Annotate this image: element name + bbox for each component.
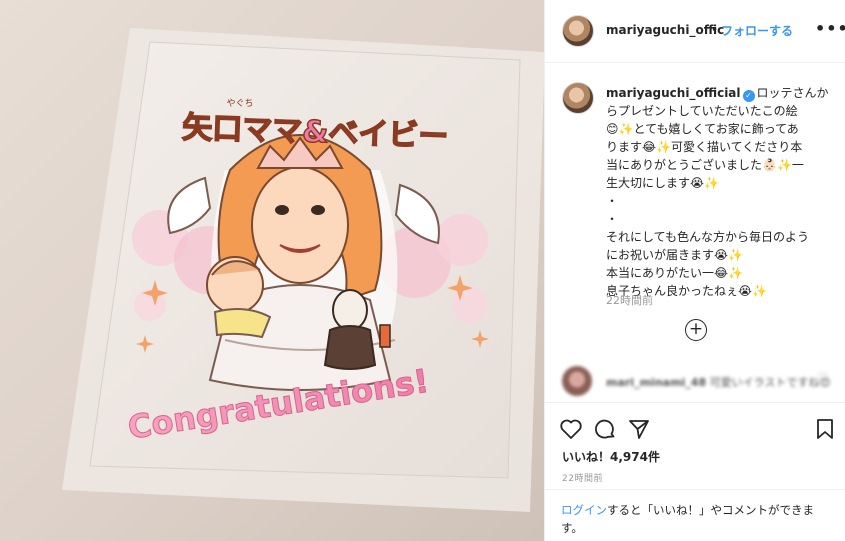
more-options-icon[interactable]: ••• xyxy=(815,19,845,38)
caption-username[interactable]: mariyaguchi_official xyxy=(606,86,741,100)
heart-small-icon[interactable]: ♡ xyxy=(817,371,829,386)
plus-circle-icon[interactable]: + xyxy=(685,319,707,341)
share-icon[interactable] xyxy=(627,417,651,441)
comment-text: mari_minami_48 可愛いイラストですね😍 xyxy=(606,374,831,390)
caption-line: らプレゼントしていただいたこの絵 xyxy=(606,104,798,118)
caption-line: 当にありがとうございました👶🏻✨一 xyxy=(606,158,804,172)
likes-count[interactable]: いいね！4,974件 xyxy=(562,448,660,465)
post-sidebar: mariyaguchi_offic • フォローする ••• mariyaguc… xyxy=(544,0,845,541)
post-header: mariyaguchi_offic • フォローする ••• xyxy=(545,0,845,63)
follow-button[interactable]: フォローする xyxy=(721,22,793,39)
caption-avatar[interactable] xyxy=(562,82,594,114)
heart-icon[interactable] xyxy=(559,417,583,441)
card-ruby: やぐち xyxy=(226,98,253,109)
login-prompt: ログインすると「いいね！」やコメントができます。 xyxy=(545,489,845,541)
post-timestamp[interactable]: 22時間前 xyxy=(562,471,603,484)
comment-item: mari_minami_48 可愛いイラストですね😍 ♡ xyxy=(545,362,845,402)
commenter-username[interactable]: mari_minami_48 xyxy=(606,376,706,389)
caption-line: それにしても色んな方から毎日のよう xyxy=(606,230,810,244)
caption-line: にお祝いが届きます😭✨ xyxy=(606,248,743,262)
caption-line: ロッテさんか xyxy=(756,86,829,100)
author-username[interactable]: mariyaguchi_offic xyxy=(606,23,724,37)
separator-dot: • xyxy=(711,23,719,37)
caption-line: 生大切にします😭✨ xyxy=(606,176,719,190)
bookmark-icon[interactable] xyxy=(813,417,837,441)
caption-line: 😊✨とても嬉しくてお家に飾ってあ xyxy=(606,122,799,136)
author-avatar[interactable] xyxy=(562,15,594,47)
verified-badge-icon: ✓ xyxy=(742,90,755,102)
caption-line: ・ xyxy=(606,194,619,208)
caption-line: ります😂✨可愛く描いてくださり本 xyxy=(606,140,803,154)
commenter-avatar[interactable] xyxy=(562,366,592,396)
caption-timestamp[interactable]: 22時間前 xyxy=(606,292,653,308)
comment-body: 可愛いイラストですね😍 xyxy=(709,376,831,389)
login-link[interactable]: ログイン xyxy=(561,503,607,517)
post-image: 矢口ママ&ベイビー やぐち Congratulations! xyxy=(0,0,544,541)
caption-line: 本当にありがたい一😂✨ xyxy=(606,266,743,280)
caption-section: mariyaguchi_official ✓ ロッテさんか らプレゼントしていただい… xyxy=(545,64,845,400)
comment-icon[interactable] xyxy=(593,417,617,441)
action-bar: いいね！4,974件 22時間前 ログインすると「いいね！」やコメントができます… xyxy=(545,402,845,541)
post-photo[interactable]: 矢口ママ&ベイビー やぐち Congratulations! xyxy=(0,0,544,541)
caption-line: ・ xyxy=(606,212,619,226)
login-text: ログインすると「いいね！」やコメントができます。 xyxy=(561,501,831,537)
caption-text: mariyaguchi_official ✓ ロッテさんか らプレゼントしていただい… xyxy=(606,84,829,300)
